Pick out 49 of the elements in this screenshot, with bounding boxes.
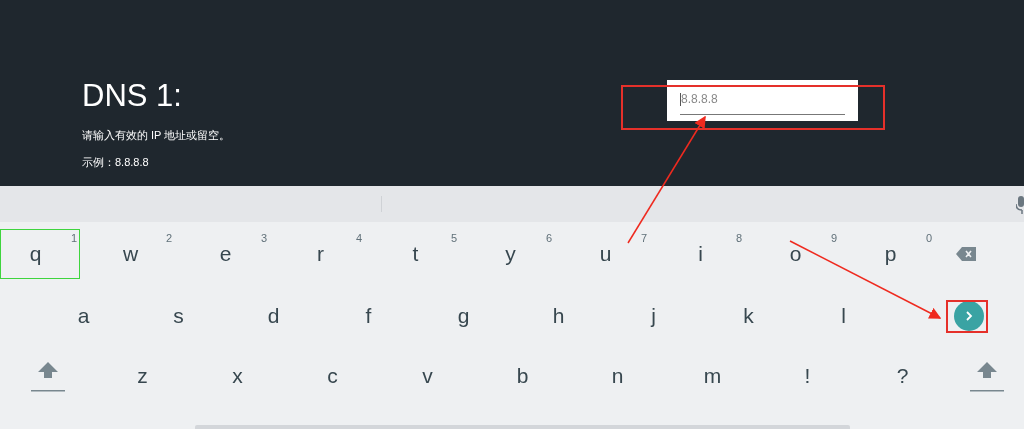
keyboard-key[interactable]: ! xyxy=(760,346,855,406)
keyboard-key[interactable]: q 1 xyxy=(0,222,83,286)
key-number: 2 xyxy=(165,232,172,244)
keyboard-key[interactable]: n xyxy=(570,346,665,406)
keyboard-key[interactable]: c xyxy=(285,346,380,406)
key-number: 6 xyxy=(545,232,552,244)
key-number: 0 xyxy=(925,232,932,244)
keyboard-key[interactable]: u 7 xyxy=(558,222,653,286)
shift-icon xyxy=(30,360,65,392)
key-number: 1 xyxy=(70,232,77,244)
keyboard-key[interactable]: d xyxy=(226,286,321,346)
keyboard-key[interactable]: b xyxy=(475,346,570,406)
keyboard-key[interactable]: y 6 xyxy=(463,222,558,286)
keyboard-key[interactable]: j xyxy=(606,286,701,346)
key-number: 4 xyxy=(355,232,362,244)
keyboard-key[interactable]: x xyxy=(190,346,285,406)
keyboard-key[interactable]: m xyxy=(665,346,760,406)
keyboard-key[interactable]: w 2 xyxy=(83,222,178,286)
keyboard-key[interactable]: a xyxy=(36,286,131,346)
keyboard-key[interactable]: r 4 xyxy=(273,222,368,286)
keyboard-key[interactable]: s xyxy=(131,286,226,346)
key-number: 7 xyxy=(640,232,647,244)
keyboard-key[interactable]: l xyxy=(796,286,891,346)
hint-text: 请输入有效的 IP 地址或留空。 xyxy=(82,128,232,143)
next-icon xyxy=(953,301,984,331)
backspace-icon xyxy=(956,247,976,261)
key-number: 3 xyxy=(260,232,267,244)
shift-icon xyxy=(970,360,1004,392)
annotation-box xyxy=(946,300,988,333)
keyboard-key[interactable]: o 9 xyxy=(748,222,843,286)
key-number: 5 xyxy=(450,232,457,244)
keyboard-key[interactable]: e 3 xyxy=(178,222,273,286)
key-number: 9 xyxy=(830,232,837,244)
placeholder-text: 8.8.8.8 xyxy=(680,92,719,107)
keyboard-key[interactable]: z xyxy=(95,346,190,406)
keyboard-key[interactable]: i 8 xyxy=(653,222,748,286)
keyboard-key[interactable]: t 5 xyxy=(368,222,463,286)
keyboard-key[interactable]: f xyxy=(321,286,416,346)
keyboard-key[interactable]: v xyxy=(380,346,475,406)
example-text: 示例：8.8.8.8 xyxy=(82,155,150,170)
keyboard-key[interactable]: k xyxy=(701,286,796,346)
keyboard-key[interactable]: p 0 xyxy=(843,222,938,286)
keyboard-key[interactable]: g xyxy=(416,286,511,346)
microphone-icon[interactable] xyxy=(1016,196,1024,214)
setting-title: DNS 1: xyxy=(82,78,183,114)
input-field[interactable]: 8.8.8.8 xyxy=(667,80,858,121)
keyboard-key[interactable]: ? xyxy=(855,346,950,406)
key-number: 8 xyxy=(735,232,742,244)
keyboard-key[interactable]: h xyxy=(511,286,606,346)
